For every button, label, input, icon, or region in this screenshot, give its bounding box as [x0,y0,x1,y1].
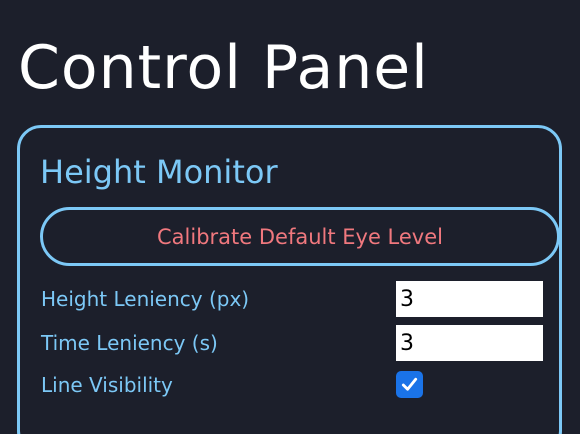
height-leniency-input[interactable] [396,281,543,317]
line-visibility-checkbox[interactable] [396,371,423,398]
checkmark-icon [401,377,418,391]
section-title: Height Monitor [40,153,278,191]
line-visibility-label: Line Visibility [41,373,173,397]
time-leniency-input[interactable] [396,325,543,361]
page-title: Control Panel [18,33,429,103]
height-leniency-label: Height Leniency (px) [41,287,250,311]
calibrate-eye-level-button[interactable]: Calibrate Default Eye Level [40,207,560,266]
time-leniency-label: Time Leniency (s) [41,331,218,355]
